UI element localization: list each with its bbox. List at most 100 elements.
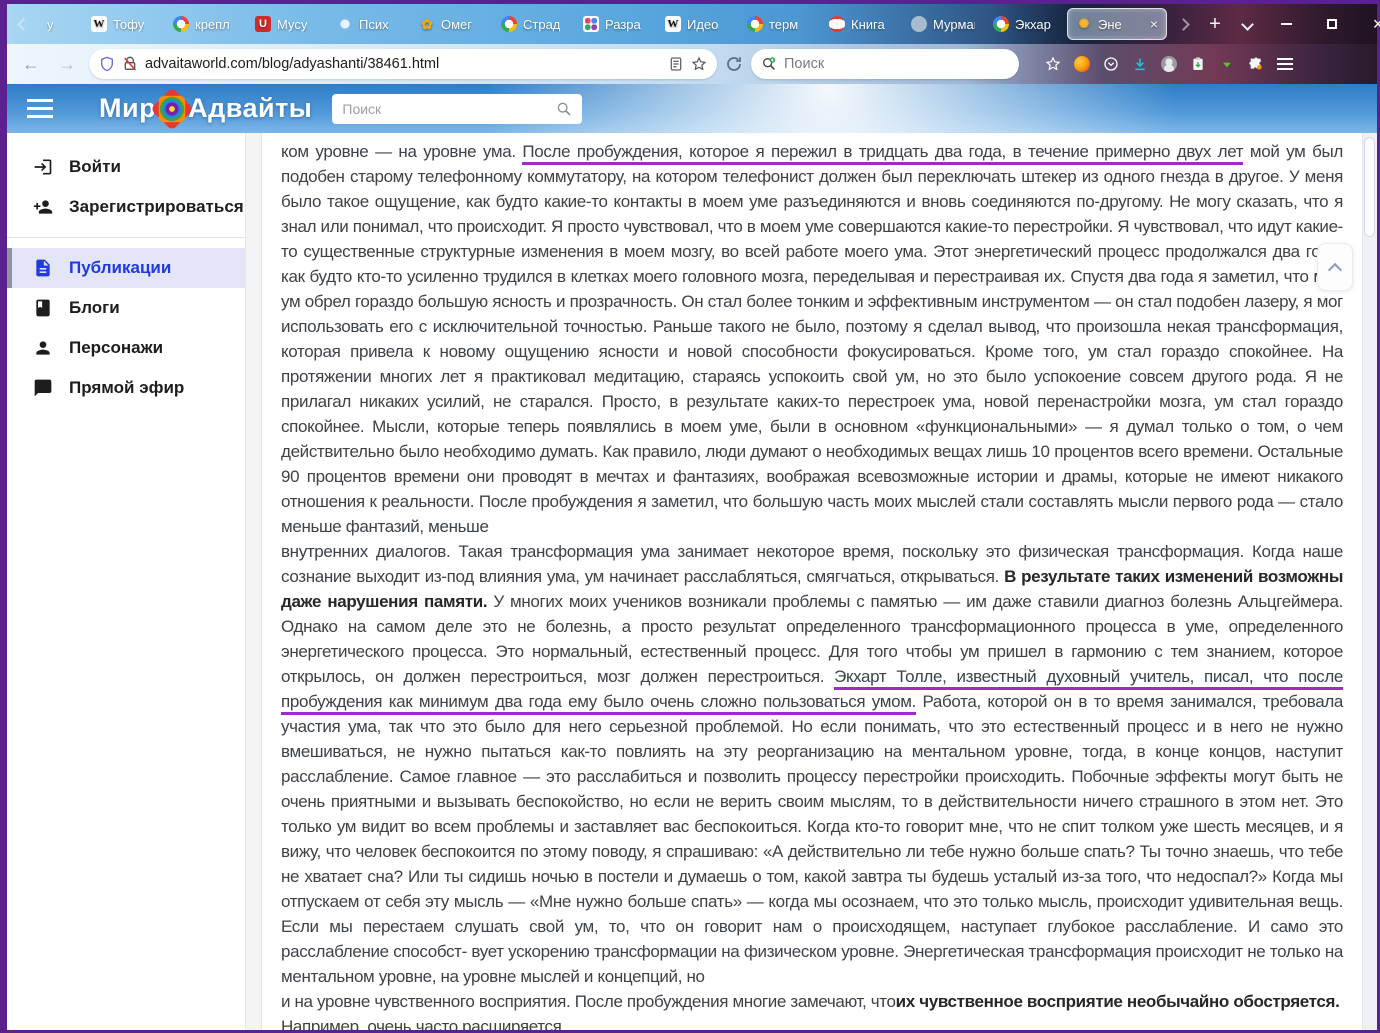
- tab-title: Тофу: [113, 16, 145, 32]
- window-frame: у W Тофу крепл U Мусу Псих ✿ Омег Страд Разра W Идео…: [0, 0, 1380, 1033]
- sidebar-item-label: Зарегистрироваться: [69, 197, 244, 216]
- search-icon[interactable]: [556, 101, 572, 117]
- browser-tab-bar: у W Тофу крепл U Мусу Псих ✿ Омег Страд Разра W Идео…: [7, 4, 1380, 44]
- color-dots-favicon-icon: [583, 16, 599, 32]
- site-search-input[interactable]: [342, 100, 557, 117]
- tab-title: у: [47, 16, 54, 32]
- page-scrollbar[interactable]: [1362, 133, 1377, 1030]
- browser-tab-4[interactable]: Псих: [329, 8, 409, 40]
- pocket-icon[interactable]: [1103, 56, 1119, 72]
- browser-tab-9[interactable]: терм: [739, 8, 819, 40]
- tab-title: Псих: [359, 16, 389, 32]
- tab-title: Эне: [1098, 16, 1122, 32]
- browser-tab-10[interactable]: Книга: [821, 8, 901, 40]
- app-menu-icon[interactable]: [1277, 63, 1293, 65]
- tab-scroll-right-button[interactable]: [1167, 8, 1199, 40]
- browser-toolbar: ← → advaitaworld.com/blog/adyashanti/384…: [7, 44, 1377, 84]
- sidebar-item-register[interactable]: Зарегистрироваться: [7, 187, 261, 227]
- google-favicon-icon: [501, 16, 517, 32]
- text-passage: ком уровне — на уровне ума.: [281, 142, 523, 161]
- red-u-favicon-icon: U: [255, 16, 271, 32]
- close-icon: ×: [1372, 13, 1380, 34]
- browser-tab-7[interactable]: Разра: [575, 8, 655, 40]
- tab-scroll-left-button[interactable]: [7, 8, 39, 40]
- chevron-left-icon: [16, 17, 30, 31]
- close-window-button[interactable]: ×: [1355, 6, 1380, 42]
- logo-text-part2: Адвайты: [188, 93, 313, 123]
- browser-tab-3[interactable]: U Мусу: [247, 8, 327, 40]
- chevron-down-icon: [1240, 17, 1254, 31]
- tab-title: крепл: [195, 16, 230, 32]
- browser-tab-8[interactable]: W Идео: [657, 8, 737, 40]
- browser-tab-13[interactable]: ✺ Эне ×: [1067, 8, 1167, 40]
- text-passage: Например, очень часто расширяется: [281, 1017, 562, 1030]
- account-extension-icon[interactable]: [1161, 56, 1177, 72]
- wiki-favicon-icon: W: [91, 16, 107, 32]
- browser-tab-12[interactable]: Экхар: [985, 8, 1065, 40]
- downloads-icon[interactable]: [1132, 56, 1148, 72]
- sidebar-item-blogs[interactable]: Блоги: [7, 288, 261, 328]
- sidebar-item-live[interactable]: Прямой эфир: [7, 368, 261, 408]
- reload-button[interactable]: [725, 55, 743, 73]
- chevron-right-icon: [1176, 17, 1190, 31]
- green-arrow-extension-icon[interactable]: [1219, 56, 1235, 72]
- site-logo[interactable]: Мир Адвайты: [99, 87, 312, 131]
- wiki-favicon-icon: W: [665, 16, 681, 32]
- publications-icon: [36, 259, 50, 277]
- red-disc-favicon-icon: [829, 16, 845, 32]
- chevron-up-icon: [1327, 262, 1343, 277]
- browser-tab-5[interactable]: ✿ Омег: [411, 8, 491, 40]
- sidebar-item-label: Войти: [69, 157, 121, 176]
- site-header: Мир Адвайты: [7, 84, 1377, 133]
- forward-button[interactable]: →: [53, 54, 81, 75]
- site-search-box[interactable]: [332, 93, 583, 124]
- tab-title: Страд: [523, 16, 561, 32]
- browser-tab-0[interactable]: у: [39, 8, 81, 40]
- list-all-tabs-button[interactable]: [1231, 8, 1263, 40]
- browser-tab-2[interactable]: крепл: [165, 8, 245, 40]
- sidebar-item-publications[interactable]: Публикации: [7, 248, 261, 288]
- clipboard-extension-icon[interactable]: [1190, 56, 1206, 72]
- minimize-icon: [1280, 23, 1292, 25]
- tab-title: Экхар: [1015, 16, 1051, 32]
- sidebar-item-characters[interactable]: Персонажи: [7, 328, 261, 368]
- sidebar-item-label: Персонажи: [69, 338, 164, 357]
- url-text[interactable]: advaitaworld.com/blog/adyashanti/38461.h…: [145, 56, 661, 72]
- puzzle-extension-icon[interactable]: [1248, 56, 1264, 72]
- sidebar-item-login[interactable]: Войти: [7, 147, 261, 187]
- firefox-account-icon[interactable]: [1074, 56, 1090, 72]
- tab-title: Разра: [605, 16, 641, 32]
- tab-title: терм: [769, 16, 799, 32]
- address-bar[interactable]: advaitaworld.com/blog/adyashanti/38461.h…: [89, 49, 717, 79]
- google-favicon-icon: [173, 16, 189, 32]
- back-button[interactable]: ←: [17, 54, 45, 75]
- insecure-lock-icon[interactable]: [122, 56, 138, 72]
- scrollbar-thumb[interactable]: [1364, 137, 1375, 237]
- underlined-passage: После пробуждения, которое я пережил в т…: [522, 142, 1244, 165]
- toolbar-search-placeholder: Поиск: [784, 56, 825, 72]
- google-favicon-icon: [993, 16, 1009, 32]
- characters-icon: [36, 341, 50, 355]
- plain-favicon-icon: [911, 16, 927, 32]
- sidebar: Войти Зарегистрироваться Публикации Блоги Пе…: [7, 133, 262, 1030]
- toolbar-search-box[interactable]: Поиск: [751, 49, 1019, 79]
- text-passage: мой ум был подобен старому телефонному к…: [281, 142, 1343, 536]
- browser-tab-1[interactable]: W Тофу: [83, 8, 163, 40]
- reader-mode-icon[interactable]: [668, 56, 684, 72]
- scroll-to-top-button[interactable]: [1317, 243, 1353, 291]
- browser-tab-11[interactable]: Мурманс: [903, 8, 983, 40]
- maximize-button[interactable]: [1309, 6, 1355, 42]
- sidebar-item-label: Прямой эфир: [69, 378, 185, 397]
- bookmarks-menu-icon[interactable]: [1045, 56, 1061, 72]
- bold-passage: их чувственное восприятие необычайно обо…: [895, 992, 1340, 1011]
- close-tab-button[interactable]: ×: [1150, 16, 1158, 32]
- site-menu-icon[interactable]: [27, 107, 53, 110]
- text-passage: Работа, которой он в то время занимался,…: [281, 692, 1343, 986]
- tracking-shield-icon[interactable]: [99, 56, 115, 72]
- plus-icon: +: [1209, 12, 1221, 35]
- minimize-button[interactable]: [1263, 6, 1309, 42]
- text-passage: и на уровне чувственного восприятия. Пос…: [281, 992, 896, 1011]
- new-tab-button[interactable]: +: [1199, 8, 1231, 40]
- bookmark-star-icon[interactable]: [691, 56, 707, 72]
- browser-tab-6[interactable]: Страд: [493, 8, 573, 40]
